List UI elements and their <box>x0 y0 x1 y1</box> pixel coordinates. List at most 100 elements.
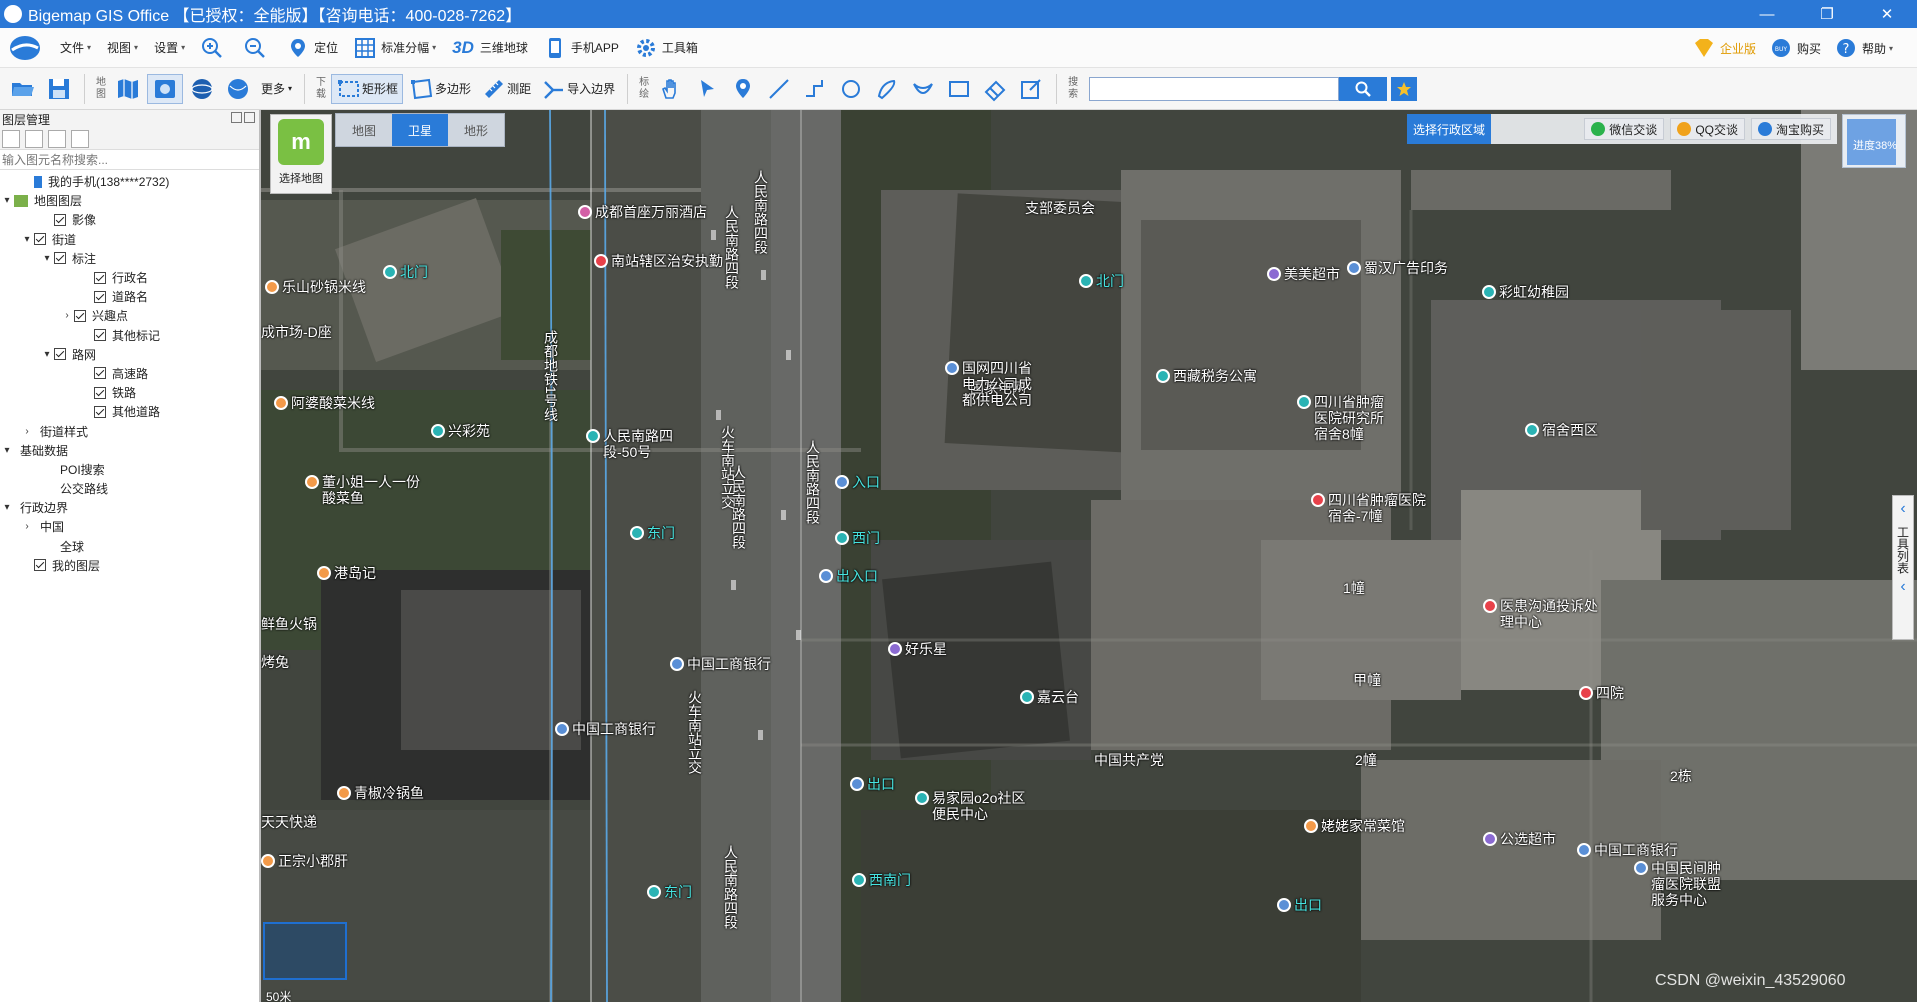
select-region-button[interactable]: 选择行政区域 <box>1407 114 1492 144</box>
expand-arrow-icon[interactable]: ▾ <box>20 234 34 245</box>
map-poi-label[interactable]: 2栋 <box>1670 766 1692 786</box>
layer-tree-item[interactable]: 影像 <box>0 210 259 229</box>
layer-tree-item[interactable]: 其他道路 <box>0 402 259 421</box>
tab-satellite[interactable]: 卫星 <box>392 114 448 146</box>
marker-tool-button[interactable] <box>726 74 760 104</box>
map-poi-school[interactable]: 彩虹幼稚园 <box>1482 282 1569 302</box>
expand-arrow-icon[interactable]: ▾ <box>40 253 54 264</box>
map-poi-residence[interactable]: 人民南路四段-50号 <box>586 428 703 460</box>
search-button[interactable] <box>1339 76 1388 101</box>
polygon-select-button[interactable]: 多边形 <box>405 74 475 104</box>
map-poi-food[interactable]: 正宗小郡肝 <box>261 851 348 871</box>
menu-view[interactable]: 视图 ▾ <box>107 39 138 56</box>
layer-tree-item[interactable]: 道路名 <box>0 287 259 306</box>
chevron-left-icon[interactable]: ‹ <box>1900 578 1905 596</box>
map-poi-company[interactable]: 中国民间肿瘤医院联盟服务中心 <box>1634 860 1731 908</box>
qq-chat-link[interactable]: QQ交谈 <box>1670 118 1745 140</box>
map-poi-residence[interactable]: 嘉云台 <box>1020 687 1079 707</box>
select-tool-button[interactable] <box>690 74 724 104</box>
map-poi-shop[interactable]: 美美超市 <box>1267 264 1340 284</box>
layer-tree-item[interactable]: POI搜索 <box>0 460 259 479</box>
taobao-buy-link[interactable]: 淘宝购买 <box>1750 118 1831 140</box>
search-icon[interactable] <box>71 129 89 148</box>
tab-map[interactable]: 地图 <box>336 114 392 146</box>
panel-close-icon[interactable] <box>244 112 255 123</box>
map-poi-company[interactable]: 国网四川省电力公司成都供电公司 <box>945 360 1042 408</box>
layer-tree-item[interactable]: ▾ 行政边界 <box>0 498 259 517</box>
map-poi-hospital[interactable]: 四院 <box>1579 683 1624 703</box>
save-icon[interactable] <box>25 129 43 148</box>
layer-tree-item[interactable]: 全球 <box>0 537 259 556</box>
buy-button[interactable]: BUY 购买 <box>1770 37 1821 59</box>
map-poi-parking[interactable]: 出口 <box>1277 895 1322 915</box>
map-poi-residence[interactable]: 四川省肿瘤医院研究所宿舍8幢 <box>1297 394 1394 442</box>
settings-icon[interactable] <box>48 129 66 148</box>
map-poi-gate[interactable]: 西南门 <box>852 870 911 890</box>
layer-checkbox[interactable] <box>94 386 106 399</box>
locate-button[interactable]: 定位 <box>287 37 338 59</box>
collapse-arrow-icon[interactable]: › <box>20 426 34 437</box>
map-view[interactable]: 成都首座万丽酒店 南站辖区治安执勤 北门 乐山砂锅米线 成市场-D座 阿婆酸菜米线 兴彩苑人… <box>261 110 1917 1002</box>
enterprise-button[interactable]: 企业版 <box>1693 37 1756 59</box>
layer-tree-item[interactable]: › 兴趣点 <box>0 306 259 325</box>
collapse-arrow-icon[interactable]: › <box>60 310 74 321</box>
edit-tool-button[interactable] <box>1014 74 1048 104</box>
layer-tree-item[interactable]: 铁路 <box>0 383 259 402</box>
map-poi-company[interactable]: 蜀汉广告印务 <box>1347 258 1448 278</box>
layer-tree-item[interactable]: ▾ 街道 <box>0 230 259 249</box>
map-poi-label[interactable]: 2幢 <box>1355 750 1377 770</box>
chevron-left-icon[interactable]: ‹ <box>1900 500 1905 518</box>
map-poi-gate[interactable]: 北门 <box>383 262 428 282</box>
globe-button-2[interactable] <box>221 74 255 104</box>
map-poi-label[interactable]: 中国共产党 <box>1094 750 1164 770</box>
layer-tree-item[interactable]: 其他标记 <box>0 326 259 345</box>
import-boundary-button[interactable]: 导入边界 <box>537 74 619 104</box>
map-poi-parking[interactable]: 入口 <box>835 472 880 492</box>
layer-checkbox[interactable] <box>34 233 46 246</box>
map-poi-shop[interactable]: 公选超市 <box>1483 829 1556 849</box>
layer-search-input[interactable]: 输入图元名称搜索... <box>0 150 259 170</box>
measure-button[interactable]: 测距 <box>477 74 535 104</box>
rectangle-select-button[interactable]: 矩形框 <box>331 73 404 104</box>
map-poi-police[interactable]: 南站辖区治安执勤 <box>594 251 723 271</box>
search-input[interactable] <box>1089 76 1340 101</box>
overview-map[interactable] <box>263 922 347 980</box>
toolbox-button[interactable]: 工具箱 <box>635 37 698 59</box>
rectangle-tool-button[interactable] <box>942 74 976 104</box>
map-poi-bank[interactable]: 中国工商银行 <box>670 654 771 674</box>
map-poi-gate[interactable]: 东门 <box>630 523 675 543</box>
map-poi-bank[interactable]: 中国工商银行 <box>1577 840 1678 860</box>
close-button[interactable]: ✕ <box>1857 0 1917 28</box>
save-button[interactable] <box>42 74 76 104</box>
map-poi-gate[interactable]: 西门 <box>835 528 880 548</box>
map-poi-residence[interactable]: 宿舍西区 <box>1525 420 1598 440</box>
map-poi-gate[interactable]: 北门 <box>1079 271 1124 291</box>
layer-checkbox[interactable] <box>94 290 106 303</box>
curve-tool-button[interactable] <box>906 74 940 104</box>
map-poi-label[interactable]: 烤兔 <box>261 652 289 672</box>
expand-arrow-icon[interactable]: ▾ <box>0 195 14 206</box>
layer-tree-item[interactable]: ▾ 地图图层 <box>0 191 259 210</box>
map-poi-parking[interactable]: 出入口 <box>819 566 878 586</box>
minimize-button[interactable]: — <box>1737 0 1797 28</box>
zoom-out-button[interactable] <box>244 37 271 59</box>
map-poi-food[interactable]: 阿婆酸菜米线 <box>274 393 375 413</box>
open-folder-icon[interactable] <box>2 129 20 148</box>
map-poi-label[interactable]: 天天快递 <box>261 812 317 832</box>
map-poi-label[interactable]: 甲幢 <box>1353 670 1381 690</box>
layer-checkbox[interactable] <box>54 348 66 361</box>
map-poi-bank[interactable]: 中国工商银行 <box>555 719 656 739</box>
map-poi-residence[interactable]: 兴彩苑 <box>431 421 490 441</box>
map-poi-hospital[interactable]: 四川省肿瘤医院宿舍-7幢 <box>1311 492 1428 524</box>
layer-checkbox[interactable] <box>54 213 66 226</box>
panel-float-icon[interactable] <box>231 112 242 123</box>
map-poi-shop[interactable]: 好乐星 <box>888 639 947 659</box>
pan-tool-button[interactable] <box>654 74 688 104</box>
layer-checkbox[interactable] <box>74 309 86 322</box>
layer-checkbox[interactable] <box>94 329 106 342</box>
zoom-in-button[interactable] <box>201 37 228 59</box>
maximize-button[interactable]: ❐ <box>1797 0 1857 28</box>
map-poi-police[interactable]: 医患沟通投诉处理中心 <box>1483 598 1600 630</box>
favorite-button[interactable] <box>1391 76 1418 101</box>
mobile-app-button[interactable]: 手机APP <box>544 37 619 59</box>
